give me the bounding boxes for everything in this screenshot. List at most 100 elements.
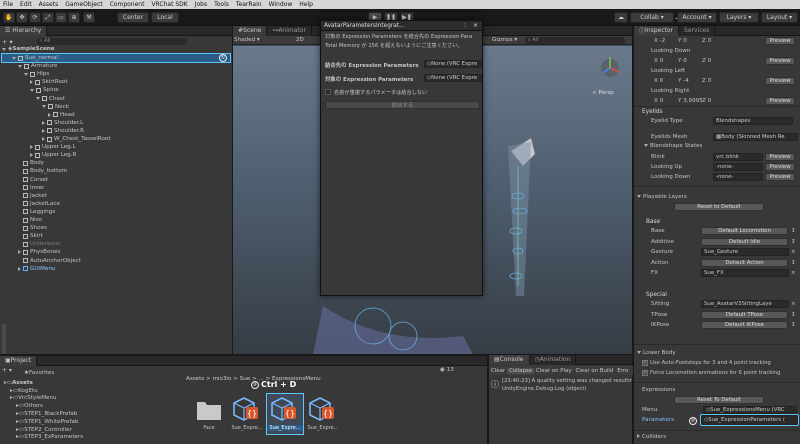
tab-animation[interactable]: ◷ Animation [529,354,577,365]
rect-tool-button[interactable]: ▭ [55,12,67,23]
collapse-icon[interactable] [30,88,34,92]
blink-preview-button[interactable]: Preview [765,153,795,161]
expand-icon[interactable] [30,145,33,150]
looking-down-dropdown[interactable]: -none- [713,173,763,181]
lower-body-heading[interactable]: Lower Body [637,350,676,356]
hierarchy-item[interactable]: Jacket [2,192,230,200]
scene-search-input[interactable]: ⌕ All [525,37,625,44]
mode-2d-toggle[interactable]: 2D [296,37,308,44]
vector-x-field[interactable]: X 0 [654,78,663,84]
hierarchy-item[interactable]: Body [2,159,230,167]
hierarchy-item[interactable]: Shoulder.L [2,119,230,127]
hierarchy-item[interactable]: Head [2,111,230,119]
default-layer-button[interactable]: Default IKPose [701,321,788,329]
default-layer-button[interactable]: Default Locomotion [701,227,788,235]
vector-z-field[interactable]: Z 0 [702,78,711,84]
collab-button[interactable]: Collab ▾ [630,12,674,23]
looking-down-preview-button[interactable]: Preview [765,173,795,181]
dialog-menu-icon[interactable]: ⋮ [462,23,468,29]
project-folder-item[interactable]: ▸▭ KogEtu [10,387,38,395]
hierarchy-item[interactable]: Leggings [2,208,230,216]
animator-controller-field[interactable]: Sue_AvatarV3SittingLaye [701,300,789,308]
default-layer-button[interactable]: Default Action [701,258,788,267]
vector-y-field[interactable]: Y 0 [678,38,687,44]
tab-console[interactable]: ▤ Console [489,354,530,365]
project-folder-item[interactable]: ▸▭ STEP1_WhitePrefab [16,418,78,426]
blink-dropdown[interactable]: vrc.blink [713,153,763,161]
hierarchy-search-input[interactable]: ⌕ All [36,38,187,45]
shading-mode-dropdown[interactable]: Shaded ▾ [234,37,274,44]
project-folder-item[interactable]: ★ Favorites [24,369,54,377]
hierarchy-item[interactable]: Neck [2,103,230,111]
gizmos-dropdown[interactable]: Gizmos ▾ [492,37,522,44]
expressions-menu-field[interactable]: ◇ Sue_ExpressionsMenu (VRC [703,406,797,414]
menu-item-component[interactable]: Component [110,1,145,8]
project-folder-item[interactable]: ▸▭ STEP1_BlackPrefab [16,410,77,418]
looking-up-preview-button[interactable]: Preview [765,163,795,171]
tab-services[interactable]: Services [679,25,716,36]
expand-icon[interactable] [42,128,45,133]
hand-tool-button[interactable]: ✋ [3,12,15,23]
asset-tile[interactable]: {} Sue_Expre... [305,394,341,434]
layers-dropdown[interactable]: Layers ▾ [719,12,759,23]
preview-button[interactable]: Preview [765,77,795,85]
hierarchy-scrollbar[interactable] [2,324,6,354]
collapse-icon[interactable] [24,72,28,76]
pivot-center-button[interactable]: Center [117,12,149,23]
expression-parameters-field[interactable]: ◇ Sue_ExpressionParameters ( [700,414,799,426]
reset-expressions-button[interactable]: Reset To Default [674,396,764,404]
hierarchy-item[interactable]: Spine [2,86,230,94]
eyelids-mesh-field[interactable]: ▦ Body (Skinned Mesh Re [713,133,798,141]
asset-tile[interactable]: {} Sue_Expre... [266,393,304,435]
asset-tile[interactable]: Face [191,394,227,434]
expand-icon[interactable] [30,80,33,85]
vector-z-field[interactable]: Z 0 [702,38,711,44]
log-entry[interactable]: ⓘ [23:40:23] A quality setting was chang… [491,378,632,396]
expand-layer-icon[interactable]: ↕ [791,239,796,245]
preview-button[interactable]: Preview [765,57,795,65]
project-folder-item[interactable]: ▸▭ STEP2_Controller [16,426,72,434]
tab-animator[interactable]: ⊶ Animator [267,25,312,36]
menu-item-window[interactable]: Window [269,1,293,8]
hierarchy-item[interactable]: Shoulder.R [2,127,230,135]
hierarchy-item[interactable]: Shoes [2,224,230,232]
playable-layers-heading[interactable]: Playable Layers [637,194,687,200]
animator-controller-field[interactable]: Sue_Gesture [701,248,789,256]
preview-button[interactable]: Preview [765,37,795,45]
expand-icon[interactable] [48,112,51,117]
colliders-heading[interactable]: Colliders [637,434,666,440]
vector-y-field[interactable]: Y -4 [678,78,689,84]
eye-icon[interactable]: ◉ [440,367,447,373]
tab-project[interactable]: ▣ Project [0,355,38,366]
hierarchy-item[interactable]: W_Chest_TasselRoot [2,135,230,143]
animator-controller-field[interactable]: Sue_FX [701,269,789,277]
clear-on-build-button[interactable]: Clear on Build [574,368,616,374]
hierarchy-item[interactable]: Chest [2,95,230,103]
project-folder-item[interactable]: ▸▭ VrcStyleMenu [10,394,57,402]
hierarchy-item[interactable]: JacketLace [2,200,230,208]
looking-up-dropdown[interactable]: -none- [713,163,763,171]
hierarchy-item[interactable]: Underwear [2,240,230,248]
hierarchy-item[interactable]: SkirtRoot [2,78,230,86]
menu-item-assets[interactable]: Assets [39,1,59,8]
account-dropdown[interactable]: Account ▾ [677,12,717,23]
expand-icon[interactable] [42,120,45,125]
hierarchy-item[interactable]: Hips [2,70,230,78]
merge-button[interactable]: 結合する [325,101,480,109]
clear-on-play-button[interactable]: Clear on Play [534,368,573,374]
pivot-local-button[interactable]: Local [151,12,179,23]
hierarchy-item[interactable]: Skirt [2,232,230,240]
hierarchy-item[interactable]: Upper Leg.R [2,151,230,159]
tab-hierarchy[interactable]: ☰ Hierarchy [0,25,48,36]
blendshape-states-label[interactable]: Blendshape States [644,143,702,149]
skip-duplicate-checkbox[interactable] [325,89,331,95]
default-layer-button[interactable]: Default TPose [701,310,788,319]
close-icon[interactable]: ✕ [473,23,478,29]
hierarchy-item[interactable]: Armature [2,62,230,70]
transform-tool-button[interactable]: ⊕ [68,12,80,23]
expand-layer-icon[interactable]: ↕ [791,322,796,328]
collapse-button[interactable]: Collapse [507,367,535,374]
menu-item-edit[interactable]: Edit [20,1,32,8]
hierarchy-item[interactable]: Niso [2,216,230,224]
remove-layer-icon[interactable]: × [791,270,796,276]
